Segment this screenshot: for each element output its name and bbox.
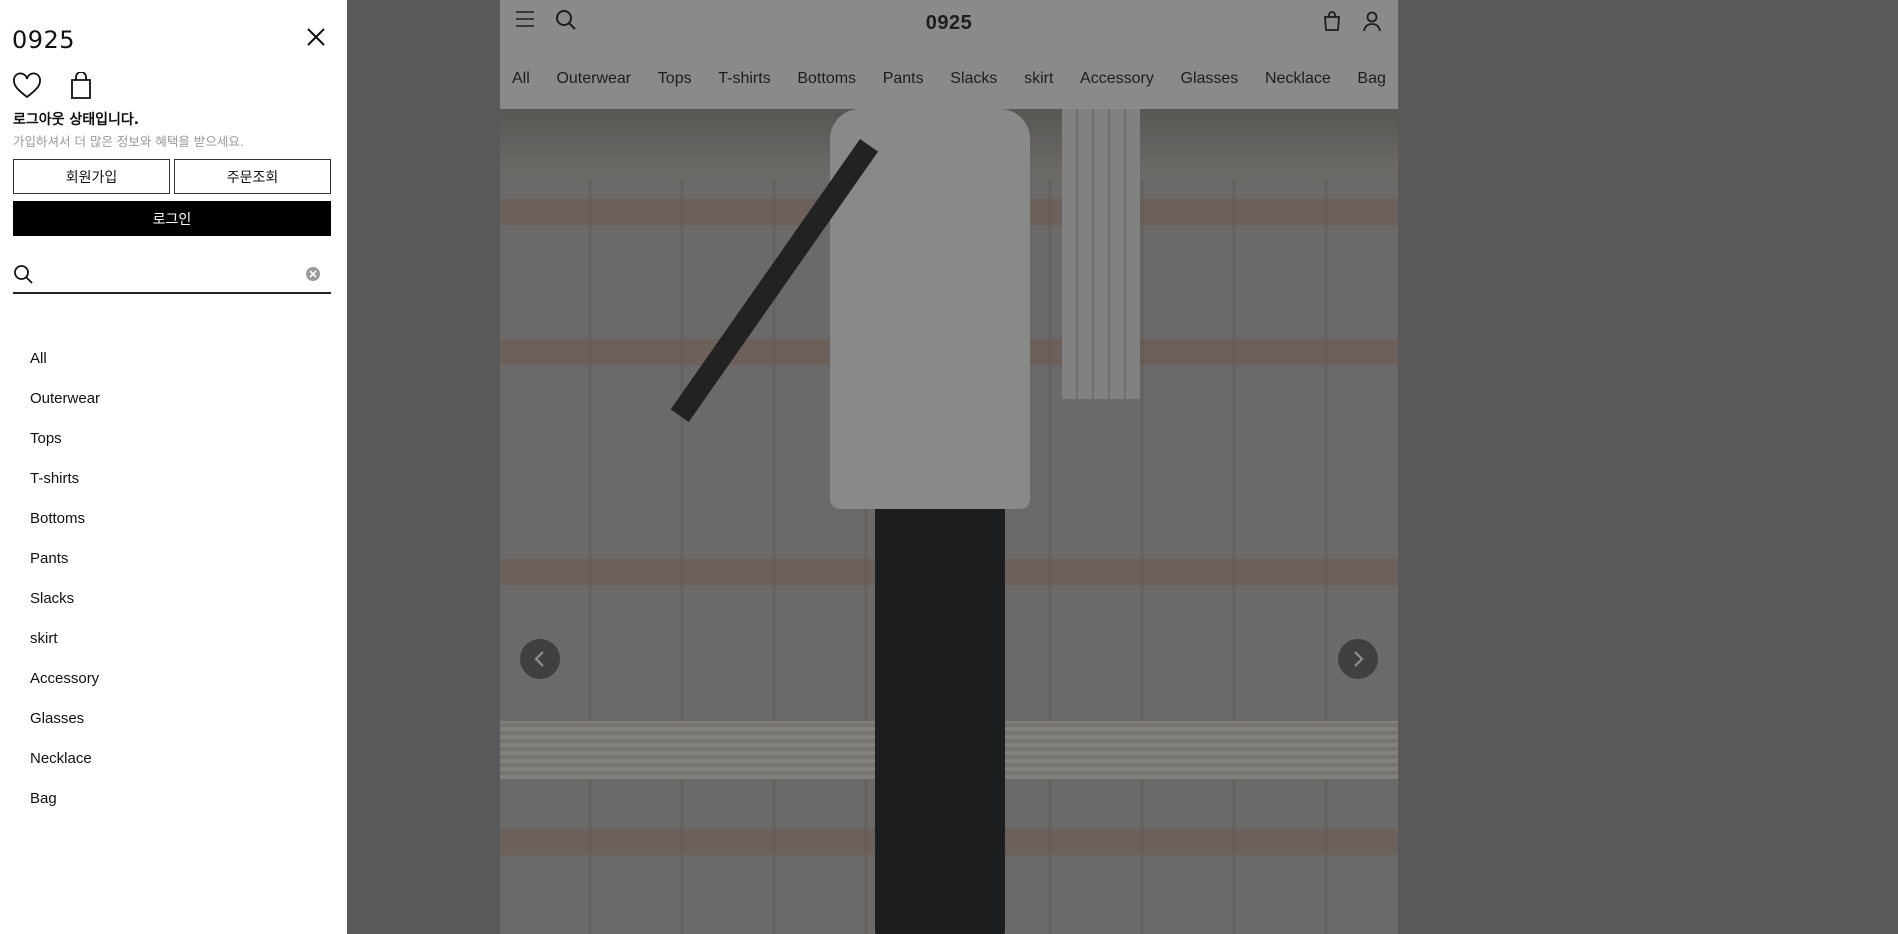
drawer-category-accessory[interactable]: Accessory [30,659,100,699]
drawer-category-t-shirts[interactable]: T-shirts [30,459,100,499]
account-button-row: 회원가입 주문조회 [13,159,331,194]
category-link-slacks[interactable]: Slacks [950,70,997,88]
category-link-glasses[interactable]: Glasses [1181,70,1239,88]
side-drawer: 0925 로그아웃 상태입니다. 가입하셔서 더 많은 정보와 혜택을 받으세요… [0,0,347,934]
category-link-all[interactable]: All [512,70,530,88]
drawer-category-all[interactable]: All [30,339,100,379]
category-link-pants[interactable]: Pants [883,70,924,88]
main-page: 0925 All Outerwear Tops T-shirts Bottoms… [500,0,1398,934]
drawer-category-bottoms[interactable]: Bottoms [30,499,100,539]
drawer-category-necklace[interactable]: Necklace [30,739,100,779]
category-link-accessory[interactable]: Accessory [1080,70,1154,88]
user-icon[interactable] [1361,10,1383,32]
heart-icon[interactable] [12,72,42,100]
hero-photo-pillar [1062,109,1140,399]
category-link-bag[interactable]: Bag [1357,70,1385,88]
login-status-text: 로그아웃 상태입니다. [13,112,140,128]
drawer-search [13,258,331,294]
clear-icon[interactable] [305,266,321,282]
category-link-tops[interactable]: Tops [658,70,692,88]
login-status-subtext: 가입하셔서 더 많은 정보와 혜택을 받으세요. [13,134,244,149]
drawer-category-outerwear[interactable]: Outerwear [30,379,100,419]
drawer-category-pants[interactable]: Pants [30,539,100,579]
category-link-outerwear[interactable]: Outerwear [556,70,631,88]
chevron-right-icon[interactable] [1338,639,1378,679]
drawer-category-list: All Outerwear Tops T-shirts Bottoms Pant… [30,339,100,819]
hero-slider[interactable] [500,109,1398,934]
category-link-t-shirts[interactable]: T-shirts [718,70,770,88]
drawer-category-skirt[interactable]: skirt [30,619,100,659]
category-link-bottoms[interactable]: Bottoms [797,70,856,88]
drawer-category-glasses[interactable]: Glasses [30,699,100,739]
category-link-necklace[interactable]: Necklace [1265,70,1331,88]
close-icon[interactable] [305,26,327,48]
category-nav: All Outerwear Tops T-shirts Bottoms Pant… [500,50,1398,108]
hero-photo-person [875,439,1005,934]
category-link-skirt[interactable]: skirt [1024,70,1053,88]
drawer-category-slacks[interactable]: Slacks [30,579,100,619]
signup-button[interactable]: 회원가입 [13,159,170,194]
drawer-category-bag[interactable]: Bag [30,779,100,819]
drawer-category-tops[interactable]: Tops [30,419,100,459]
shopping-bag-icon[interactable] [69,71,93,100]
brand-logo[interactable]: 0925 [500,12,1398,35]
search-input[interactable] [43,260,301,290]
search-icon [13,264,33,284]
drawer-title: 0925 [12,26,76,54]
chevron-left-icon[interactable] [520,639,560,679]
login-button[interactable]: 로그인 [13,201,331,236]
shopping-bag-icon[interactable] [1321,10,1343,32]
order-lookup-button[interactable]: 주문조회 [174,159,331,194]
top-header: 0925 [500,0,1398,48]
